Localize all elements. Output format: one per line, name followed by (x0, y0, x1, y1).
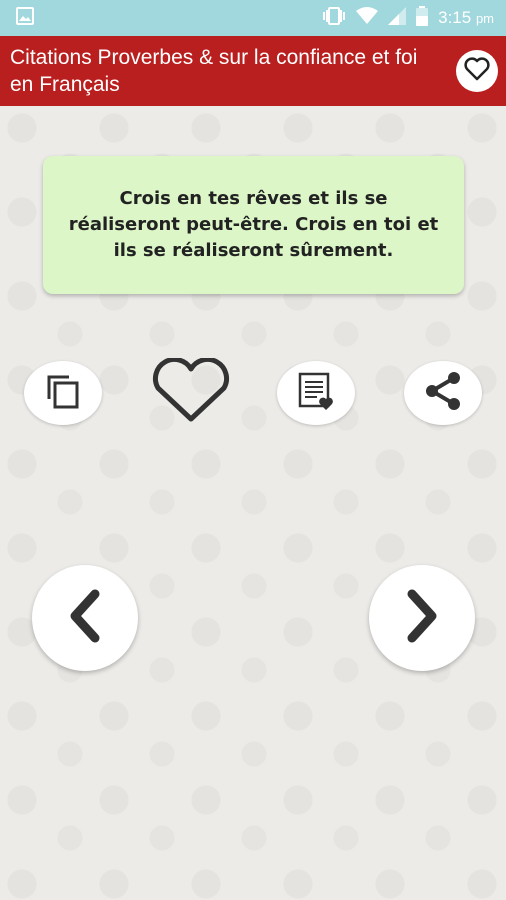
app-title: Citations Proverbes & sur la confiance e… (10, 46, 418, 96)
favorites-list-button[interactable] (277, 361, 355, 425)
status-ampm: pm (475, 11, 494, 26)
next-button[interactable] (369, 565, 475, 671)
image-icon (16, 6, 34, 30)
share-icon (421, 369, 465, 418)
vibrate-icon (322, 6, 346, 31)
quote-card: Crois en tes rêves et ils se réaliseront… (43, 156, 464, 294)
list-heart-icon (295, 370, 337, 417)
quote-text: Crois en tes rêves et ils se réaliseront… (68, 188, 439, 261)
share-button[interactable] (404, 361, 482, 425)
signal-icon (388, 6, 407, 30)
wifi-icon (356, 6, 379, 30)
status-time: 3:15 (438, 8, 472, 27)
copy-icon (43, 371, 83, 416)
battery-icon (416, 5, 429, 31)
favorite-button[interactable] (150, 356, 232, 429)
status-bar: 3:15 pm (0, 0, 506, 36)
favorites-button[interactable] (456, 50, 498, 92)
chevron-right-icon (402, 588, 442, 649)
chevron-left-icon (65, 588, 105, 649)
copy-button[interactable] (24, 361, 102, 425)
app-bar: Citations Proverbes & sur la confiance e… (0, 36, 506, 106)
heart-outline-icon (150, 356, 232, 429)
previous-button[interactable] (32, 565, 138, 671)
heart-outline-icon (464, 56, 490, 86)
clock: 3:15 pm (438, 8, 494, 28)
